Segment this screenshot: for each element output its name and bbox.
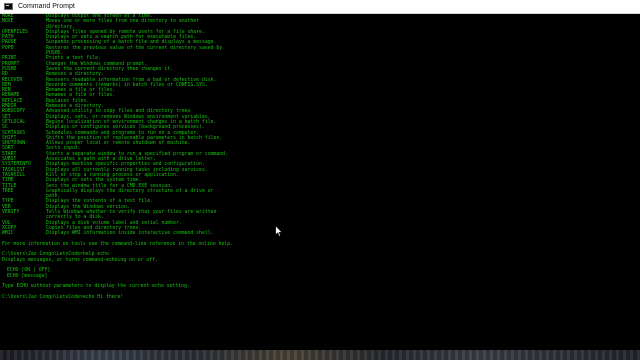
taskbar-strip <box>0 350 640 360</box>
command-list: MORE Displays output one screen at a time… <box>0 14 640 236</box>
window-title: Command Prompt <box>18 3 75 10</box>
prompt-echo-hi: C:\Users\Jaz Congo\LetsCode>echo Hi ther… <box>2 294 124 300</box>
title-bar: Command Prompt <box>0 0 640 14</box>
prompt-line: C:\Users\Jaz Congo\LetsCode>echo Hi ther… <box>0 295 640 300</box>
console-output[interactable]: MORE Displays output one screen at a time… <box>0 14 640 350</box>
command-prompt-icon <box>4 3 13 10</box>
mouse-cursor-icon <box>275 225 283 237</box>
